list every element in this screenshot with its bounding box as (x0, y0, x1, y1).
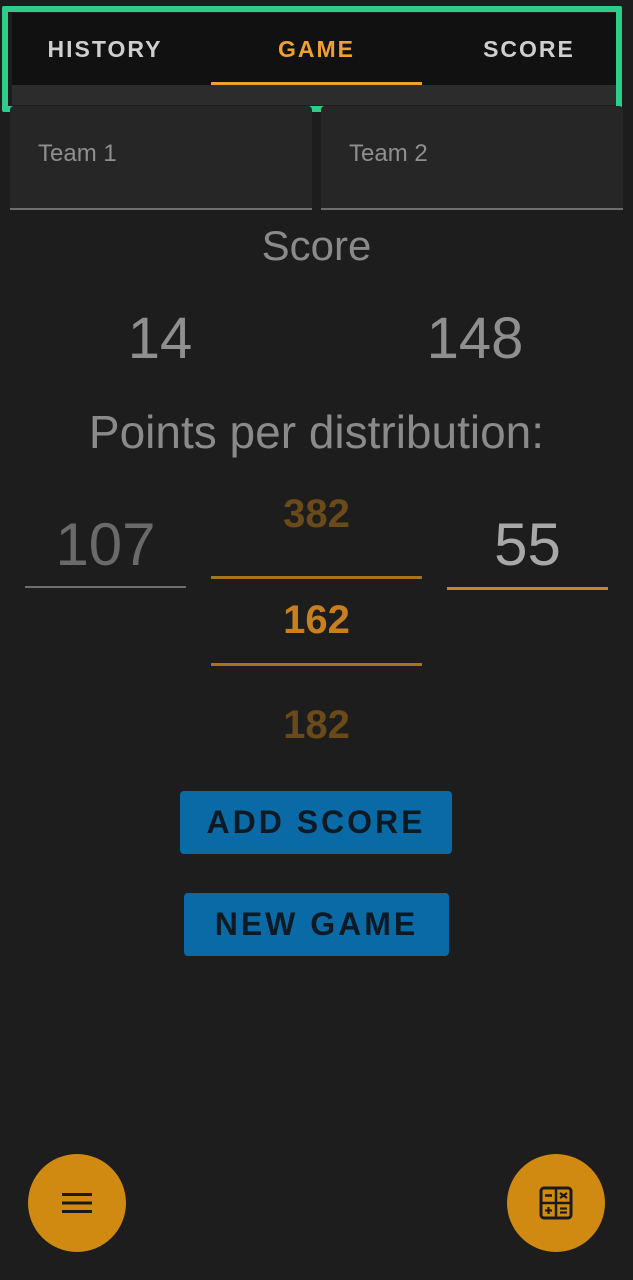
picker-divider-bottom (211, 663, 422, 666)
team1-name-field[interactable]: Team 1 (10, 106, 312, 210)
team1-placeholder: Team 1 (38, 140, 117, 167)
new-game-button[interactable]: NEW GAME (184, 893, 449, 956)
team1-points-input[interactable]: 107 (25, 510, 186, 588)
team2-points-input[interactable]: 55 (447, 510, 608, 590)
team2-score: 148 (426, 306, 524, 371)
team2-placeholder: Team 2 (349, 140, 428, 167)
picker-option-below[interactable]: 182 (211, 703, 422, 748)
highlight-box (2, 6, 622, 112)
picker-option-selected[interactable]: 162 (211, 598, 422, 643)
calculator-icon (539, 1186, 573, 1220)
score-title: Score (261, 222, 372, 269)
picker-divider-top (211, 576, 422, 579)
picker-option-above[interactable]: 382 (211, 492, 422, 537)
add-score-button[interactable]: ADD SCORE (180, 791, 452, 854)
menu-button[interactable] (28, 1154, 126, 1252)
calculator-button[interactable] (507, 1154, 605, 1252)
team1-score: 14 (127, 306, 193, 371)
menu-icon (62, 1193, 92, 1213)
team2-name-field[interactable]: Team 2 (321, 106, 623, 210)
points-per-distribution-title: Points per distribution: (88, 406, 545, 458)
